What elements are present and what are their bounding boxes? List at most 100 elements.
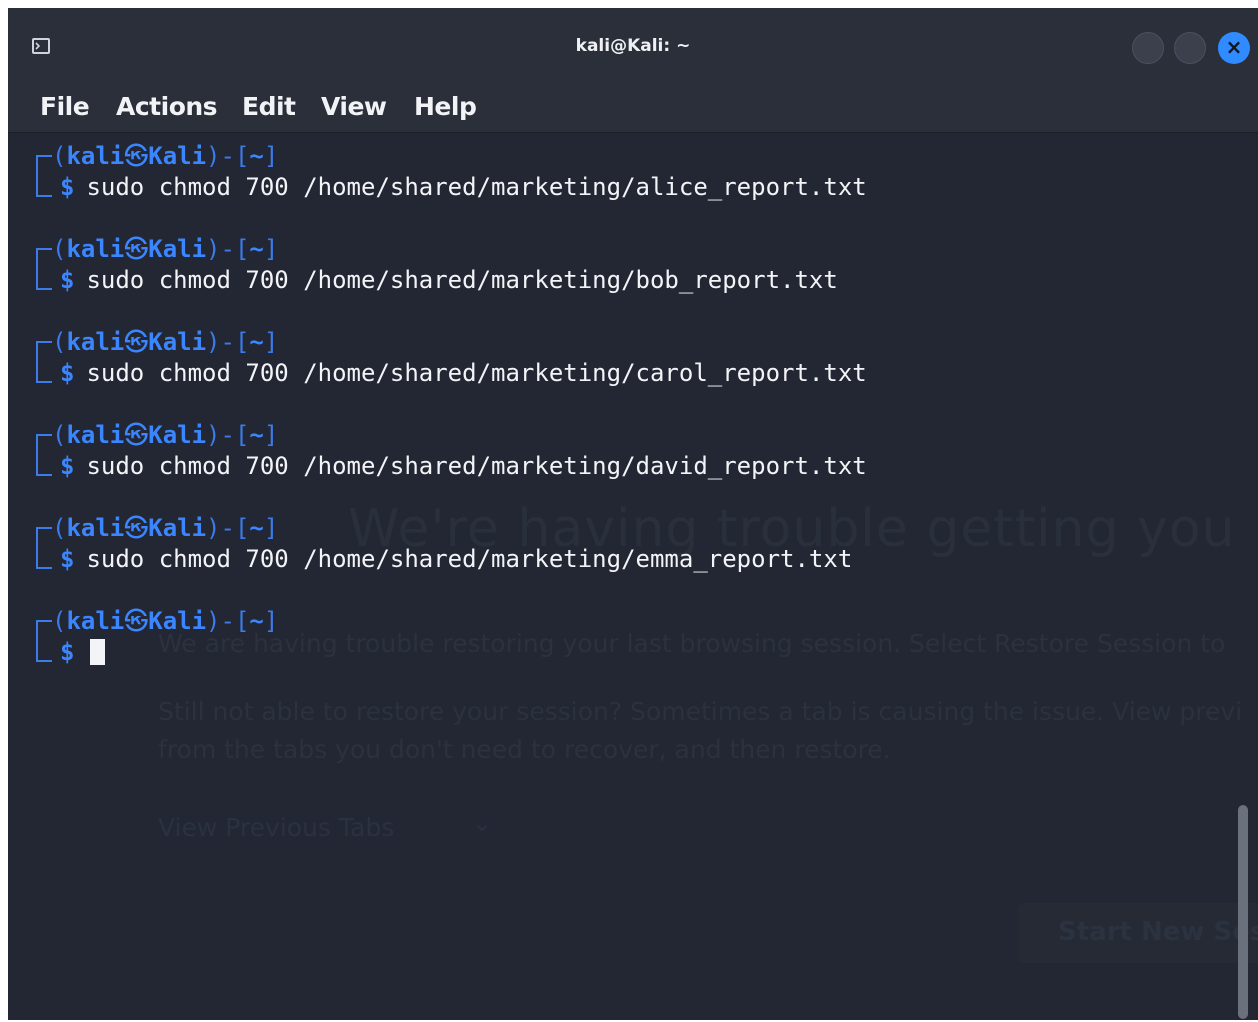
prompt-bracket-foot	[36, 381, 52, 383]
prompt-dollar: $	[60, 173, 75, 201]
prompt-host: Kali	[148, 235, 207, 263]
prompt-bracket-foot	[36, 660, 52, 662]
prompt-mid: )-[	[206, 328, 250, 356]
command-line: $ sudo chmod 700 /home/shared/marketing/d…	[60, 450, 867, 482]
command-line: $ sudo chmod 700 /home/shared/marketing/c…	[60, 357, 867, 389]
prompt-mid: )-[	[206, 514, 250, 542]
prompt-dollar: $	[60, 452, 75, 480]
menu-file[interactable]: File	[40, 92, 90, 121]
prompt-bracket-foot	[36, 195, 52, 197]
prompt-close: ]	[263, 514, 279, 542]
ghost-start-new-session-button: Start New Ses	[1018, 903, 1258, 963]
command-line: $ sudo chmod 700 /home/shared/marketing/a…	[60, 171, 867, 203]
prompt-dollar: $	[60, 359, 75, 387]
menu-bar: File Actions Edit View Help	[8, 86, 1258, 133]
prompt-path: ~	[249, 514, 264, 542]
text-cursor[interactable]	[90, 639, 106, 665]
menu-edit[interactable]: Edit	[242, 92, 296, 121]
command-line: $ sudo chmod 700 /home/shared/marketing/e…	[60, 543, 852, 575]
prompt-path: ~	[249, 142, 264, 170]
prompt-bracket-foot	[36, 288, 52, 290]
prompt-open: (	[52, 514, 67, 542]
ghost-chevron-down-icon: ⌄	[472, 809, 493, 837]
prompt-bracket	[36, 155, 52, 197]
command-line: $ sudo chmod 700 /home/shared/marketing/b…	[60, 264, 838, 296]
prompt-bracket-foot	[36, 567, 52, 569]
window-title: kali@Kali: ~	[575, 36, 691, 56]
prompt-mid: )-[	[206, 421, 250, 449]
command-text: sudo chmod 700 /home/shared/marketing/bo…	[86, 266, 838, 294]
ghost-button-label: Start New Ses	[1058, 917, 1258, 947]
prompt-block: (kali㉿Kali)-[~] $ sudo chmod 700 /home/sh…	[36, 141, 1216, 221]
prompt-path: ~	[249, 607, 264, 635]
menu-actions[interactable]: Actions	[116, 92, 218, 121]
prompt-host: Kali	[148, 142, 207, 170]
prompt-host: Kali	[148, 607, 207, 635]
prompt-path: ~	[249, 421, 264, 449]
terminal-window: kali@Kali: ~ × File Actions Edit View He…	[8, 8, 1258, 1020]
prompt-bracket-foot	[36, 474, 52, 476]
prompt-at-icon: ㉿	[124, 328, 149, 356]
command-text: sudo chmod 700 /home/shared/marketing/da…	[86, 452, 867, 480]
ghost-view-previous-tabs: View Previous Tabs	[158, 813, 395, 842]
ghost-body-line: from the tabs you don't need to recover,…	[158, 735, 891, 764]
command-text: sudo chmod 700 /home/shared/marketing/em…	[86, 545, 853, 573]
prompt-path: ~	[249, 328, 264, 356]
prompt-line: (kali㉿Kali)-[~]	[52, 513, 278, 543]
prompt-mid: )-[	[206, 142, 250, 170]
prompt-bracket	[36, 527, 52, 569]
prompt-close: ]	[263, 142, 279, 170]
prompt-dollar: $	[60, 638, 75, 666]
prompt-close: ]	[263, 235, 279, 263]
prompt-user: kali	[66, 514, 125, 542]
prompt-mid: )-[	[206, 607, 250, 635]
prompt-line: (kali㉿Kali)-[~]	[52, 234, 278, 264]
menu-view[interactable]: View	[321, 92, 387, 121]
prompt-open: (	[52, 235, 67, 263]
prompt-block: (kali㉿Kali)-[~] $ sudo chmod 700 /home/sh…	[36, 327, 1216, 407]
prompt-host: Kali	[148, 328, 207, 356]
prompt-open: (	[52, 328, 67, 356]
maximize-button[interactable]	[1174, 32, 1206, 64]
prompt-user: kali	[66, 235, 125, 263]
prompt-user: kali	[66, 142, 125, 170]
prompt-block: (kali㉿Kali)-[~] $ sudo chmod 700 /home/sh…	[36, 513, 1216, 593]
title-bar[interactable]: kali@Kali: ~ ×	[8, 8, 1258, 86]
prompt-line: (kali㉿Kali)-[~]	[52, 606, 278, 636]
menu-help[interactable]: Help	[414, 92, 477, 121]
prompt-block: (kali㉿Kali)-[~] $ sudo chmod 700 /home/sh…	[36, 234, 1216, 314]
prompt-user: kali	[66, 607, 125, 635]
active-prompt-block[interactable]: (kali㉿Kali)-[~] $	[36, 606, 1216, 686]
prompt-bracket	[36, 620, 52, 662]
prompt-path: ~	[249, 235, 264, 263]
prompt-at-icon: ㉿	[124, 235, 149, 263]
prompt-close: ]	[263, 607, 279, 635]
prompt-line: (kali㉿Kali)-[~]	[52, 141, 278, 171]
prompt-dollar: $	[60, 266, 75, 294]
prompt-at-icon: ㉿	[124, 142, 149, 170]
prompt-at-icon: ㉿	[124, 607, 149, 635]
prompt-host: Kali	[148, 514, 207, 542]
prompt-line: (kali㉿Kali)-[~]	[52, 327, 278, 357]
prompt-line: (kali㉿Kali)-[~]	[52, 420, 278, 450]
scrollbar[interactable]	[1238, 805, 1248, 1019]
prompt-host: Kali	[148, 421, 207, 449]
close-button[interactable]: ×	[1218, 32, 1250, 64]
prompt-close: ]	[263, 328, 279, 356]
prompt-at-icon: ㉿	[124, 421, 149, 449]
minimize-button[interactable]	[1132, 32, 1164, 64]
command-text: sudo chmod 700 /home/shared/marketing/al…	[86, 173, 867, 201]
terminal-content[interactable]: We're having trouble getting you We are …	[8, 133, 1258, 1020]
prompt-user: kali	[66, 421, 125, 449]
prompt-block: (kali㉿Kali)-[~] $ sudo chmod 700 /home/sh…	[36, 420, 1216, 500]
prompt-user: kali	[66, 328, 125, 356]
ghost-body-line: Still not able to restore your session? …	[158, 697, 1243, 726]
prompt-bracket	[36, 248, 52, 290]
prompt-dollar: $	[60, 545, 75, 573]
close-icon: ×	[1225, 35, 1243, 59]
prompt-open: (	[52, 142, 67, 170]
prompt-open: (	[52, 607, 67, 635]
prompt-open: (	[52, 421, 67, 449]
command-input-line[interactable]: $	[60, 636, 106, 668]
prompt-bracket	[36, 434, 52, 476]
